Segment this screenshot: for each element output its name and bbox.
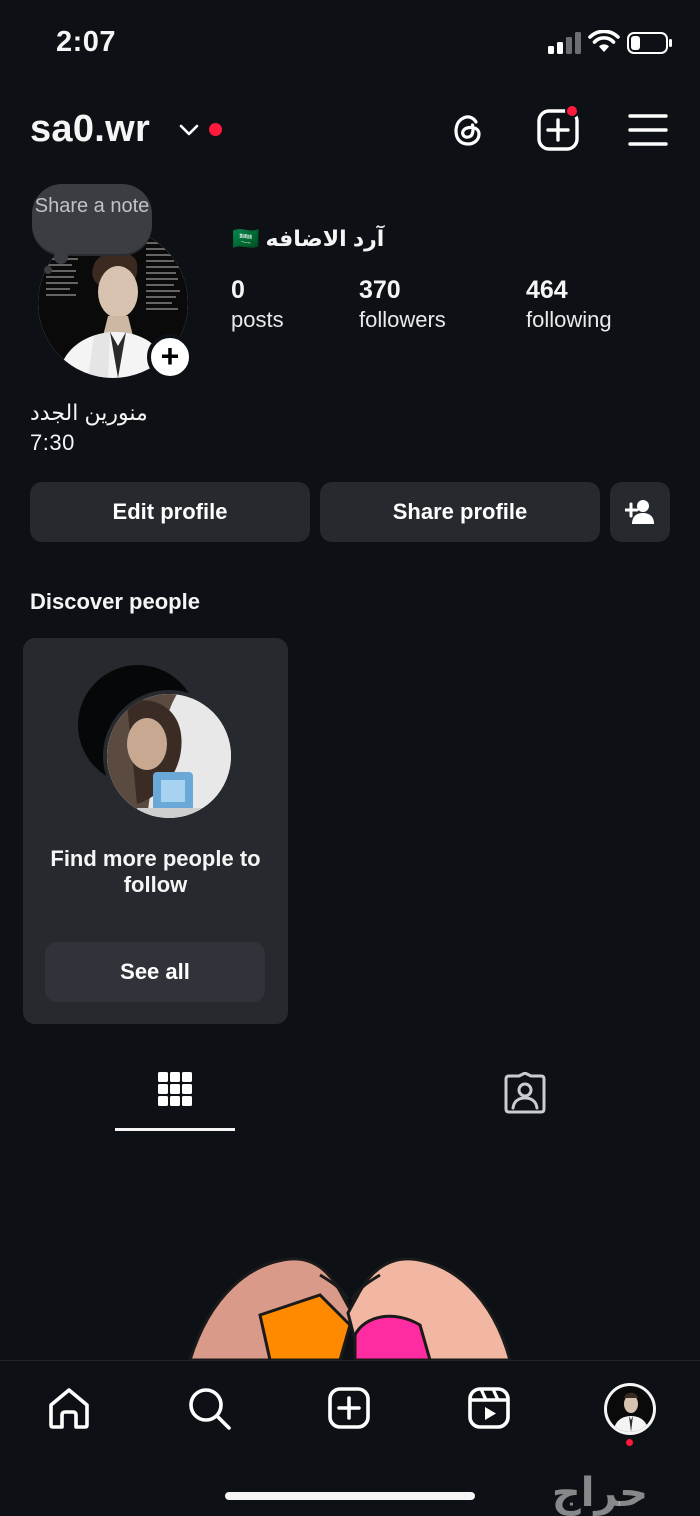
discover-people-heading: Discover people: [30, 589, 200, 614]
cellular-signal-icon: [548, 32, 581, 54]
reels-icon[interactable]: [466, 1385, 512, 1431]
status-bar: 2:07: [0, 0, 700, 90]
add-person-icon: [625, 500, 654, 524]
chevron-down-icon[interactable]: [178, 122, 200, 138]
suggested-avatar-front: [103, 690, 235, 822]
battery-icon: [627, 32, 672, 54]
grid-icon: [158, 1072, 192, 1106]
search-icon[interactable]: [186, 1385, 232, 1431]
bio-line-secondary: 7:30: [30, 430, 75, 455]
posts-label: posts: [231, 307, 284, 332]
profile-avatar-icon: [607, 1386, 653, 1432]
posts-count: 0: [231, 276, 245, 304]
stat-following[interactable]: 464 following: [526, 276, 612, 333]
create-icon[interactable]: [326, 1385, 372, 1431]
display-name: 🇸🇦 آرد الاضافه: [232, 226, 384, 252]
edit-profile-button[interactable]: Edit profile: [30, 482, 310, 542]
discover-card: Find more people to follow See all: [23, 638, 288, 1024]
threads-icon[interactable]: [446, 108, 490, 152]
tab-posts-grid[interactable]: [115, 1060, 235, 1132]
notification-dot: [209, 123, 222, 136]
status-time: 2:07: [56, 26, 117, 58]
share-profile-button[interactable]: Share profile: [320, 482, 600, 542]
tab-tagged[interactable]: [465, 1060, 585, 1132]
add-story-button[interactable]: +: [147, 334, 193, 380]
home-icon[interactable]: [46, 1385, 92, 1431]
following-label: following: [526, 307, 612, 332]
tagged-icon: [504, 1072, 546, 1114]
see-all-button[interactable]: See all: [45, 942, 265, 1002]
flag-icon: 🇸🇦: [232, 226, 260, 251]
profile-notification-dot: [626, 1439, 633, 1446]
profile-tab-avatar[interactable]: [604, 1383, 656, 1435]
create-notification-dot: [565, 104, 579, 118]
share-note-bubble[interactable]: Share a note: [32, 184, 152, 254]
note-bubble-tail: [54, 250, 68, 264]
followers-label: followers: [359, 307, 446, 332]
discover-people-button[interactable]: [610, 482, 670, 542]
stat-posts[interactable]: 0 posts: [231, 276, 284, 333]
bio-line: منورين الجدد: [30, 400, 148, 425]
following-count: 464: [526, 276, 568, 304]
find-more-people-text: Find more people to follow: [50, 846, 261, 897]
followers-count: 370: [359, 276, 401, 304]
profile-header: sa0.wr: [0, 100, 700, 160]
stat-followers[interactable]: 370 followers: [359, 276, 446, 333]
watermark: حراج: [551, 1471, 649, 1515]
note-bubble-tail-small: [44, 266, 52, 274]
wifi-icon: [588, 30, 620, 52]
home-indicator[interactable]: [225, 1492, 475, 1500]
menu-icon[interactable]: [626, 108, 670, 152]
suggested-photo-art: [107, 694, 231, 818]
display-name-text: آرد الاضافه: [265, 226, 385, 251]
empty-posts-illustration: [180, 1255, 520, 1360]
username[interactable]: sa0.wr: [30, 108, 150, 151]
active-tab-indicator: [115, 1128, 235, 1131]
